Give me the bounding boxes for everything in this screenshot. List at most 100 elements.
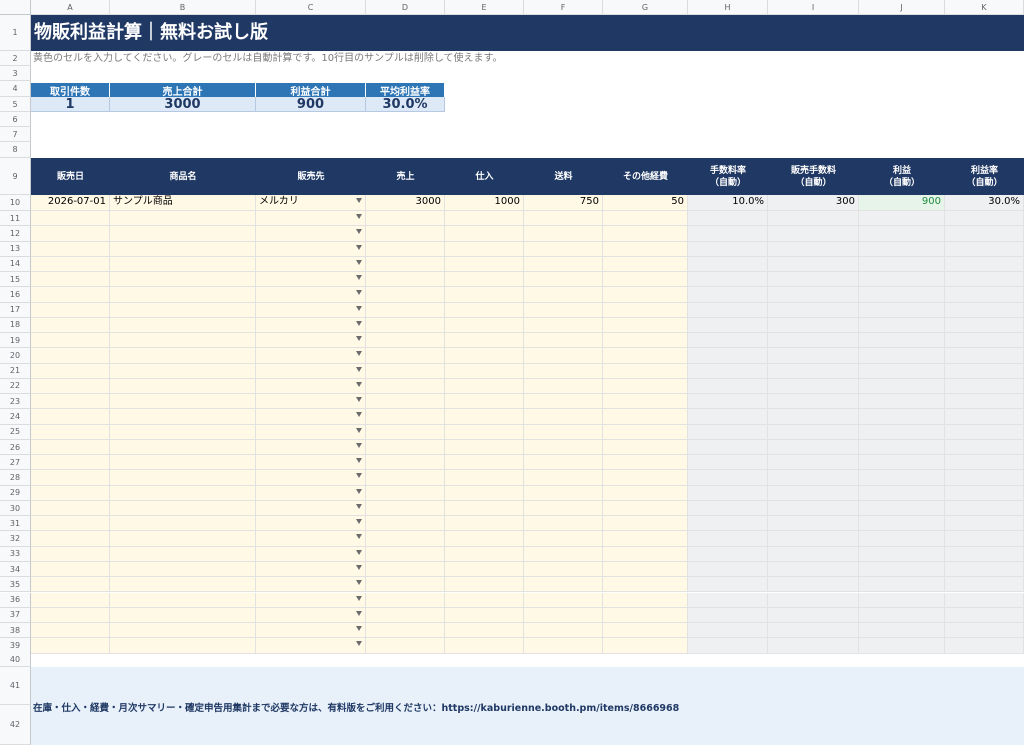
cell-product[interactable] xyxy=(110,241,256,257)
cell-purchase[interactable] xyxy=(445,241,524,257)
cell-margin[interactable] xyxy=(945,302,1024,318)
cell-sales[interactable] xyxy=(366,211,445,227)
cell-shipping[interactable] xyxy=(524,256,603,273)
cell-sales[interactable] xyxy=(366,363,445,379)
cell-product[interactable] xyxy=(110,409,256,425)
dropdown-arrow-icon[interactable] xyxy=(356,458,362,464)
cell-shipping[interactable] xyxy=(524,409,603,425)
dropdown-arrow-icon[interactable] xyxy=(356,351,362,357)
cell-product[interactable] xyxy=(110,256,256,273)
cell-channel[interactable] xyxy=(256,638,366,654)
cell-fee[interactable] xyxy=(768,394,859,410)
cell-shipping[interactable] xyxy=(524,378,603,395)
cell-sales[interactable] xyxy=(366,577,445,593)
cell-other[interactable] xyxy=(603,592,688,608)
cell-channel[interactable] xyxy=(256,394,366,410)
cell-fee_rate[interactable] xyxy=(688,607,768,623)
cell-margin[interactable] xyxy=(945,211,1024,227)
cell-shipping[interactable] xyxy=(524,302,603,318)
cell-date[interactable] xyxy=(31,226,110,242)
cell-channel[interactable] xyxy=(256,211,366,227)
cell-shipping[interactable] xyxy=(524,455,603,471)
cell-sales[interactable] xyxy=(366,287,445,303)
cell-channel[interactable] xyxy=(256,561,366,578)
cell-purchase[interactable] xyxy=(445,378,524,395)
cell-purchase[interactable] xyxy=(445,516,524,532)
cell-product[interactable] xyxy=(110,348,256,364)
cell-fee_rate[interactable] xyxy=(688,287,768,303)
cell-other[interactable] xyxy=(603,272,688,288)
cell-sales[interactable] xyxy=(366,256,445,273)
cell-product[interactable] xyxy=(110,287,256,303)
cell-fee_rate[interactable] xyxy=(688,623,768,639)
cell-purchase[interactable] xyxy=(445,333,524,349)
cell-fee_rate[interactable] xyxy=(688,638,768,654)
column-header-c[interactable]: C xyxy=(256,0,366,15)
cell-fee[interactable] xyxy=(768,455,859,471)
cell-margin[interactable]: 30.0% xyxy=(945,195,1024,211)
cell-other[interactable] xyxy=(603,623,688,639)
cell-date[interactable] xyxy=(31,287,110,303)
cell-shipping[interactable] xyxy=(524,226,603,242)
cell-margin[interactable] xyxy=(945,378,1024,395)
cell-shipping[interactable] xyxy=(524,333,603,349)
cell-shipping[interactable] xyxy=(524,439,603,456)
cell-sales[interactable] xyxy=(366,623,445,639)
cell-fee[interactable] xyxy=(768,256,859,273)
cell-purchase[interactable] xyxy=(445,424,524,440)
cell-fee[interactable] xyxy=(768,333,859,349)
cell-channel[interactable] xyxy=(256,256,366,273)
cell-shipping[interactable] xyxy=(524,623,603,639)
cell-shipping[interactable] xyxy=(524,348,603,364)
dropdown-arrow-icon[interactable] xyxy=(356,214,362,219)
cell-purchase[interactable] xyxy=(445,302,524,318)
cell-margin[interactable] xyxy=(945,363,1024,379)
dropdown-arrow-icon[interactable] xyxy=(356,259,362,265)
column-header-d[interactable]: D xyxy=(366,0,445,15)
cell-fee[interactable] xyxy=(768,302,859,318)
cell-product[interactable] xyxy=(110,272,256,288)
dropdown-arrow-icon[interactable] xyxy=(356,244,362,250)
cell-date[interactable] xyxy=(31,409,110,425)
cell-margin[interactable] xyxy=(945,623,1024,639)
cell-profit[interactable] xyxy=(859,500,945,517)
cell-fee_rate[interactable] xyxy=(688,302,768,318)
cell-product[interactable] xyxy=(110,363,256,379)
row-number[interactable]: 40 xyxy=(0,652,31,667)
row-number[interactable]: 8 xyxy=(0,142,31,158)
cell-date[interactable] xyxy=(31,378,110,395)
cell-profit[interactable] xyxy=(859,424,945,440)
cell-product[interactable] xyxy=(110,211,256,227)
cell-date[interactable] xyxy=(31,516,110,532)
cell-fee[interactable] xyxy=(768,561,859,578)
cell-product[interactable] xyxy=(110,531,256,547)
cell-fee[interactable] xyxy=(768,317,859,334)
cell-margin[interactable] xyxy=(945,638,1024,654)
cell-other[interactable] xyxy=(603,287,688,303)
cell-purchase[interactable] xyxy=(445,211,524,227)
cell-date[interactable] xyxy=(31,394,110,410)
cell-date[interactable] xyxy=(31,638,110,654)
cell-channel[interactable] xyxy=(256,287,366,303)
cell-other[interactable] xyxy=(603,378,688,395)
cell-purchase[interactable]: 1000 xyxy=(445,195,524,211)
cell-margin[interactable] xyxy=(945,241,1024,257)
cell-product[interactable] xyxy=(110,302,256,318)
cell-fee[interactable] xyxy=(768,485,859,501)
cell-sales[interactable] xyxy=(366,302,445,318)
cell-shipping[interactable] xyxy=(524,516,603,532)
table-header-cell[interactable]: 販売日 xyxy=(31,158,110,195)
cell-other[interactable] xyxy=(603,577,688,593)
cell-fee_rate[interactable] xyxy=(688,211,768,227)
cell-profit[interactable] xyxy=(859,302,945,318)
cell-margin[interactable] xyxy=(945,561,1024,578)
cell-fee_rate[interactable] xyxy=(688,333,768,349)
cell-other[interactable] xyxy=(603,317,688,334)
cell-other[interactable] xyxy=(603,546,688,562)
dropdown-arrow-icon[interactable] xyxy=(356,564,362,570)
cell-channel[interactable] xyxy=(256,500,366,517)
table-header-cell[interactable]: 利益 （自動） xyxy=(859,158,945,195)
cell-channel[interactable] xyxy=(256,607,366,623)
cell-fee_rate[interactable] xyxy=(688,577,768,593)
cell-margin[interactable] xyxy=(945,470,1024,486)
